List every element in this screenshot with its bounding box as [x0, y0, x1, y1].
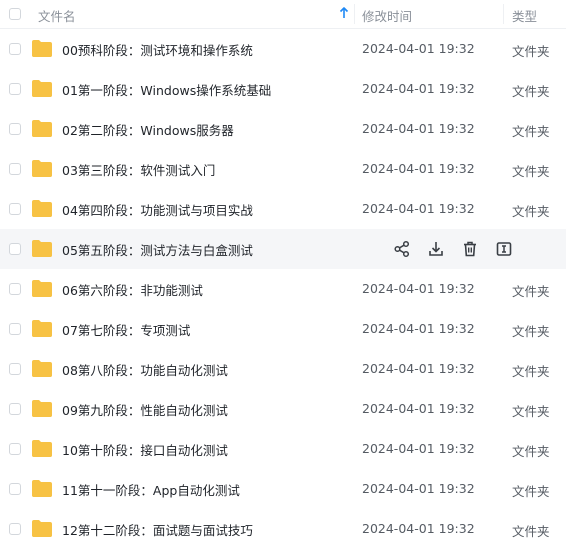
folder-icon — [31, 358, 53, 378]
folder-name[interactable]: 00预科阶段：测试环境和操作系统 — [62, 40, 253, 59]
file-type: 文件夹 — [512, 484, 550, 499]
folder-name[interactable]: 05第五阶段：测试方法与白盒测试 — [62, 240, 253, 259]
folder-name[interactable]: 02第二阶段：Windows服务器 — [62, 120, 234, 139]
rename-icon[interactable] — [494, 239, 514, 259]
share-icon[interactable] — [392, 239, 412, 259]
modified-date: 2024-04-01 19:32 — [362, 121, 475, 136]
folder-row[interactable]: 06第六阶段：非功能测试 2024-04-01 19:32 文件夹 — [0, 269, 566, 309]
file-list: 文件名 修改时间 类型 00预科阶段：测试环境和操作系统 2024-04-01 1… — [0, 0, 566, 551]
folder-row[interactable]: 00预科阶段：测试环境和操作系统 2024-04-01 19:32 文件夹 — [0, 29, 566, 69]
folder-name[interactable]: 08第八阶段：功能自动化测试 — [62, 360, 228, 379]
modified-date: 2024-04-01 19:32 — [362, 41, 475, 56]
modified-date: 2024-04-01 19:32 — [362, 521, 475, 536]
file-type: 文件夹 — [512, 124, 550, 139]
folder-icon — [31, 38, 53, 58]
folder-name[interactable]: 11第十一阶段：App自动化测试 — [62, 480, 240, 499]
folder-row[interactable]: 09第九阶段：性能自动化测试 2024-04-01 19:32 文件夹 — [0, 389, 566, 429]
row-checkbox[interactable] — [9, 283, 21, 295]
delete-icon[interactable] — [460, 239, 480, 259]
folder-row[interactable]: 11第十一阶段：App自动化测试 2024-04-01 19:32 文件夹 — [0, 469, 566, 509]
modified-date: 2024-04-01 19:32 — [362, 201, 475, 216]
row-checkbox[interactable] — [9, 243, 21, 255]
row-checkbox[interactable] — [9, 163, 21, 175]
folder-icon — [31, 118, 53, 138]
folder-row[interactable]: 03第三阶段：软件测试入门 2024-04-01 19:32 文件夹 — [0, 149, 566, 189]
folder-row[interactable]: 10第十阶段：接口自动化测试 2024-04-01 19:32 文件夹 — [0, 429, 566, 469]
modified-date: 2024-04-01 19:32 — [362, 161, 475, 176]
row-checkbox[interactable] — [9, 483, 21, 495]
modified-date: 2024-04-01 19:32 — [362, 281, 475, 296]
row-checkbox[interactable] — [9, 363, 21, 375]
file-type: 文件夹 — [512, 524, 550, 539]
file-type: 文件夹 — [512, 84, 550, 99]
row-checkbox[interactable] — [9, 323, 21, 335]
folder-icon — [31, 158, 53, 178]
folder-row[interactable]: 08第八阶段：功能自动化测试 2024-04-01 19:32 文件夹 — [0, 349, 566, 389]
folder-icon — [31, 478, 53, 498]
list-header: 文件名 修改时间 类型 — [0, 0, 566, 29]
select-all-checkbox[interactable] — [9, 8, 21, 20]
folder-icon — [31, 198, 53, 218]
row-checkbox[interactable] — [9, 43, 21, 55]
modified-date: 2024-04-01 19:32 — [362, 361, 475, 376]
file-type: 文件夹 — [512, 284, 550, 299]
folder-name[interactable]: 12第十二阶段：面试题与面试技巧 — [62, 520, 253, 539]
file-type: 文件夹 — [512, 444, 550, 459]
folder-icon — [31, 518, 53, 538]
column-divider[interactable] — [354, 4, 355, 24]
file-type: 文件夹 — [512, 44, 550, 59]
folder-name[interactable]: 09第九阶段：性能自动化测试 — [62, 400, 228, 419]
row-checkbox[interactable] — [9, 403, 21, 415]
modified-date: 2024-04-01 19:32 — [362, 441, 475, 456]
folder-icon — [31, 78, 53, 98]
folder-name[interactable]: 10第十阶段：接口自动化测试 — [62, 440, 228, 459]
file-type: 文件夹 — [512, 364, 550, 379]
row-checkbox[interactable] — [9, 523, 21, 535]
folder-row[interactable]: 05第五阶段：测试方法与白盒测试 — [0, 229, 566, 269]
folder-name[interactable]: 03第三阶段：软件测试入门 — [62, 160, 215, 179]
file-type: 文件夹 — [512, 324, 550, 339]
column-header-name[interactable]: 文件名 — [38, 6, 76, 25]
row-checkbox[interactable] — [9, 443, 21, 455]
file-type: 文件夹 — [512, 404, 550, 419]
download-icon[interactable] — [426, 239, 446, 259]
sort-arrow-up-icon[interactable] — [338, 6, 350, 20]
row-checkbox[interactable] — [9, 123, 21, 135]
folder-icon — [31, 398, 53, 418]
modified-date: 2024-04-01 19:32 — [362, 321, 475, 336]
folder-row[interactable]: 12第十二阶段：面试题与面试技巧 2024-04-01 19:32 文件夹 — [0, 509, 566, 549]
row-checkbox[interactable] — [9, 83, 21, 95]
modified-date: 2024-04-01 19:32 — [362, 481, 475, 496]
folder-icon — [31, 278, 53, 298]
folder-name[interactable]: 01第一阶段：Windows操作系统基础 — [62, 80, 271, 99]
folder-row[interactable]: 04第四阶段：功能测试与项目实战 2024-04-01 19:32 文件夹 — [0, 189, 566, 229]
column-header-date[interactable]: 修改时间 — [362, 6, 412, 25]
folder-row[interactable]: 02第二阶段：Windows服务器 2024-04-01 19:32 文件夹 — [0, 109, 566, 149]
folder-name[interactable]: 04第四阶段：功能测试与项目实战 — [62, 200, 253, 219]
folder-row[interactable]: 01第一阶段：Windows操作系统基础 2024-04-01 19:32 文件夹 — [0, 69, 566, 109]
folder-icon — [31, 238, 53, 258]
folder-icon — [31, 318, 53, 338]
file-type: 文件夹 — [512, 164, 550, 179]
file-type: 文件夹 — [512, 204, 550, 219]
modified-date: 2024-04-01 19:32 — [362, 81, 475, 96]
column-divider[interactable] — [503, 4, 504, 24]
folder-row[interactable]: 07第七阶段：专项测试 2024-04-01 19:32 文件夹 — [0, 309, 566, 349]
folder-name[interactable]: 06第六阶段：非功能测试 — [62, 280, 203, 299]
row-checkbox[interactable] — [9, 203, 21, 215]
folder-name[interactable]: 07第七阶段：专项测试 — [62, 320, 190, 339]
column-header-type[interactable]: 类型 — [512, 6, 537, 25]
modified-date: 2024-04-01 19:32 — [362, 401, 475, 416]
folder-icon — [31, 438, 53, 458]
